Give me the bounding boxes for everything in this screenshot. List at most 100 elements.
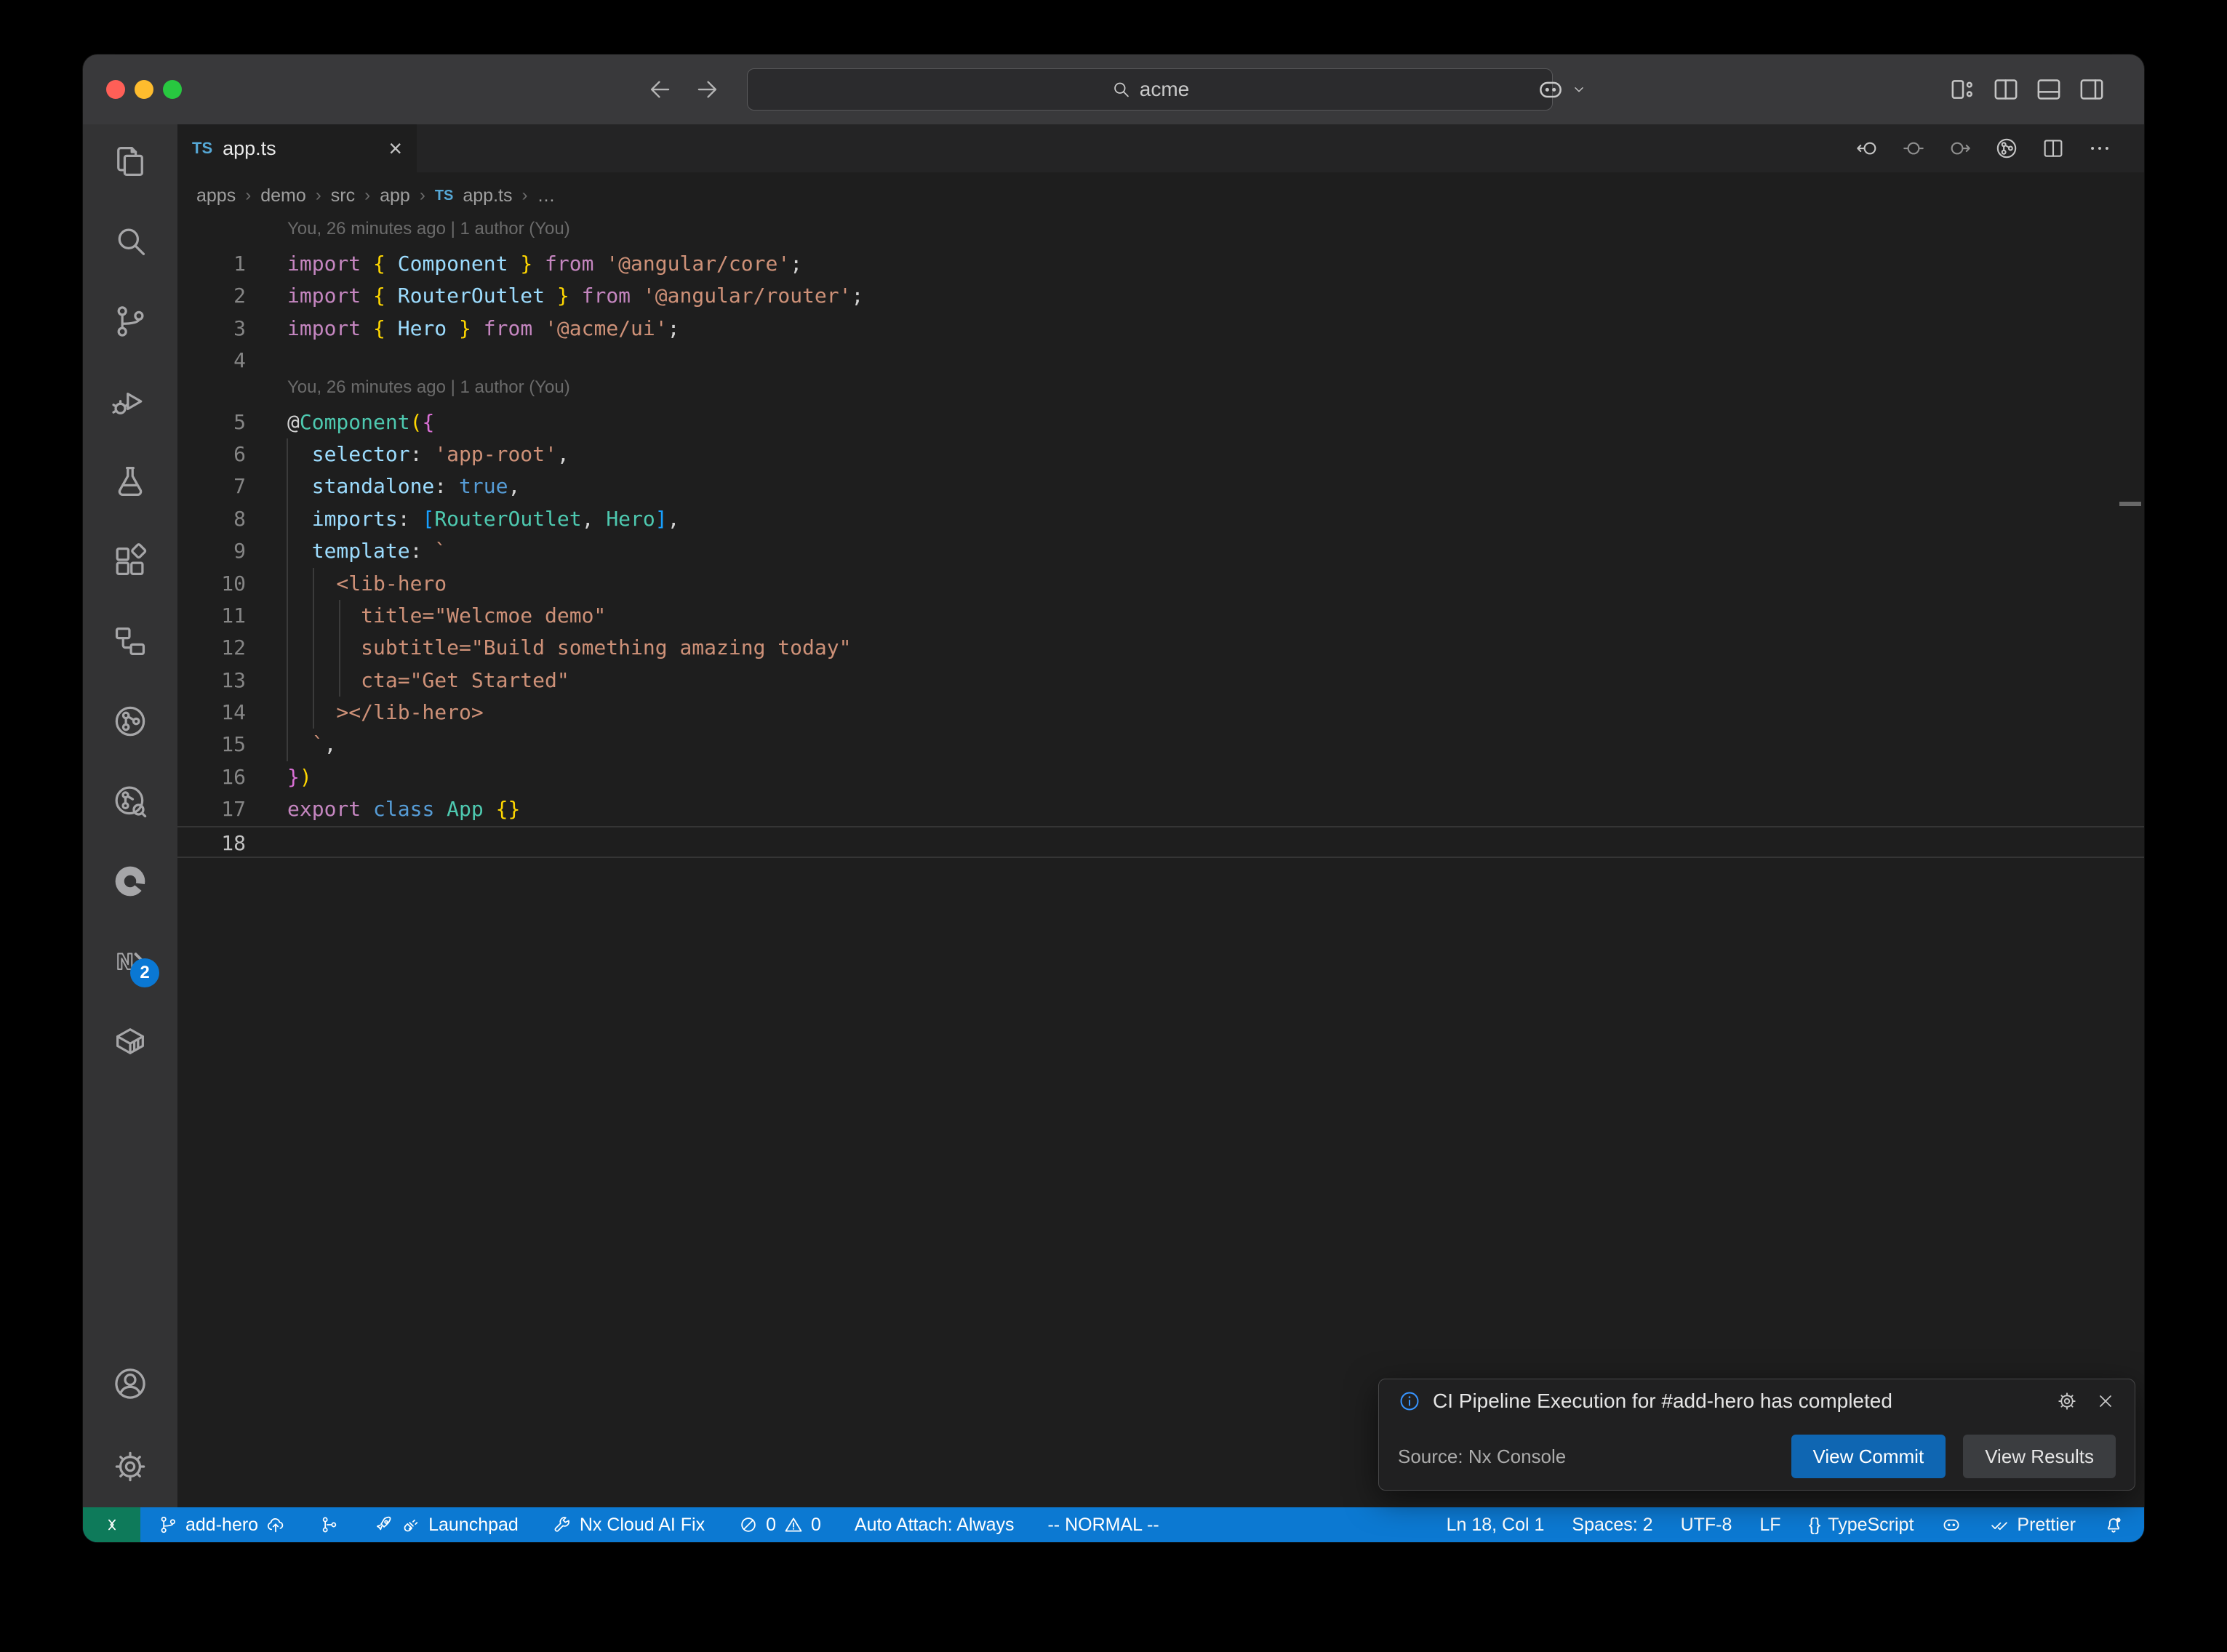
status-item-cursor-position[interactable]: Ln 18, Col 1 — [1447, 1515, 1545, 1536]
code-line-9: 9 template: ` — [177, 535, 2144, 567]
back-arrow-icon[interactable] — [647, 76, 674, 103]
code-line-14: 14 ></lib-hero> — [177, 697, 2144, 729]
indent-guide — [287, 697, 288, 729]
breadcrumb-item-demo[interactable]: demo — [260, 185, 306, 206]
vscode-window: acme N2 TS app.ts × — [83, 55, 2144, 1542]
close-tab-icon[interactable]: × — [388, 137, 402, 160]
code-line-text: `, — [246, 729, 336, 761]
status-text: TypeScript — [1828, 1515, 1914, 1536]
status-item-eol[interactable]: LF — [1759, 1515, 1780, 1536]
status-item-git-branch[interactable]: add-hero — [158, 1515, 286, 1536]
code-line-4: 4 — [177, 345, 2144, 377]
activity-item-nx[interactable]: N2 — [111, 942, 149, 980]
status-text: LF — [1759, 1515, 1780, 1536]
toggle-panel-icon[interactable] — [2034, 75, 2063, 104]
toggle-secondary-sidebar-icon[interactable] — [2077, 75, 2106, 104]
minimize-window-button[interactable] — [135, 80, 153, 99]
status-item-notifications[interactable] — [2103, 1515, 2124, 1535]
notification-close-icon[interactable] — [2095, 1391, 2116, 1411]
copilot-icon — [1941, 1515, 1962, 1535]
breadcrumb-item-src[interactable]: src — [331, 185, 355, 206]
customize-layout-icon[interactable] — [1948, 75, 1978, 104]
activity-item-explorer[interactable] — [111, 143, 149, 180]
status-text: 0 — [811, 1515, 821, 1536]
cloud-upload-icon — [265, 1515, 286, 1535]
code-line-16: 16}) — [177, 761, 2144, 793]
line-number: 11 — [177, 600, 246, 632]
tab-label: app.ts — [223, 137, 276, 160]
code-line-11: 11 title="Welcmoe demo" — [177, 600, 2144, 632]
activity-item-run-debug[interactable] — [111, 382, 149, 420]
zoom-window-button[interactable] — [163, 80, 182, 99]
status-item-language[interactable]: {}TypeScript — [1809, 1515, 1914, 1536]
breadcrumb-item-apps[interactable]: apps — [196, 185, 236, 206]
copilot-menu[interactable] — [1536, 55, 1587, 124]
activity-item-accounts[interactable] — [111, 1365, 149, 1403]
nav-back-icon[interactable] — [1855, 136, 1879, 161]
activity-item-nx-console-search[interactable] — [111, 782, 149, 820]
split-editor-icon[interactable] — [2041, 136, 2066, 161]
status-item-indentation[interactable]: Spaces: 2 — [1572, 1515, 1652, 1536]
code-line-3: 3import { Hero } from '@acme/ui'; — [177, 313, 2144, 345]
code-line-5: 5@Component({ — [177, 406, 2144, 438]
code-line-text: <lib-hero — [246, 568, 447, 600]
plug-icon — [401, 1515, 421, 1535]
search-value: acme — [1140, 78, 1189, 101]
status-text: 0 — [766, 1515, 776, 1536]
forward-arrow-icon[interactable] — [693, 76, 721, 103]
breadcrumb-item-[interactable]: … — [537, 185, 555, 206]
indent-guide — [339, 632, 340, 664]
line-number: 1 — [177, 248, 246, 280]
activity-item-extensions[interactable] — [111, 542, 149, 580]
more-actions-icon[interactable] — [2087, 136, 2112, 161]
nav-current-icon[interactable] — [1901, 136, 1926, 161]
activity-item-testing[interactable] — [111, 462, 149, 500]
status-item-git-graph[interactable] — [319, 1515, 340, 1535]
status-item-vim-mode[interactable]: -- NORMAL -- — [1047, 1515, 1159, 1536]
activity-item-project-flow[interactable] — [111, 622, 149, 660]
code-line-7: 7 standalone: true, — [177, 470, 2144, 502]
status-item-encoding[interactable]: UTF-8 — [1681, 1515, 1732, 1536]
status-item-copilot[interactable] — [1941, 1515, 1962, 1535]
activity-item-edge-browser[interactable] — [111, 862, 149, 900]
close-window-button[interactable] — [106, 80, 125, 99]
remote-icon — [102, 1515, 122, 1535]
status-item-problems[interactable]: 00 — [738, 1515, 821, 1536]
activity-item-nx-console[interactable] — [111, 702, 149, 740]
line-number: 12 — [177, 632, 246, 664]
activity-item-source-control[interactable] — [111, 302, 149, 340]
activity-item-search[interactable] — [111, 222, 149, 260]
command-center-search[interactable]: acme — [747, 68, 1553, 111]
indent-guide — [287, 470, 288, 502]
line-number: 7 — [177, 470, 246, 502]
error-icon — [738, 1515, 759, 1535]
breadcrumb-item-appts[interactable]: app.ts — [463, 185, 512, 206]
activity-bar: N2 — [83, 124, 177, 1507]
nx-project-graph-icon[interactable] — [1994, 136, 2019, 161]
remote-indicator[interactable] — [83, 1507, 140, 1542]
editor-actions — [1855, 124, 2144, 172]
line-number: 10 — [177, 568, 246, 600]
code-line-text: title="Welcmoe demo" — [246, 600, 606, 632]
status-item-auto-attach[interactable]: Auto Attach: Always — [855, 1515, 1015, 1536]
status-item-formatter[interactable]: Prettier — [1989, 1515, 2076, 1536]
nav-forward-icon[interactable] — [1948, 136, 1972, 161]
view-results-button[interactable]: View Results — [1963, 1435, 2116, 1478]
toggle-primary-sidebar-icon[interactable] — [1991, 75, 2020, 104]
tab-app-ts[interactable]: TS app.ts × — [177, 124, 417, 172]
code-line-13: 13 cta="Get Started" — [177, 665, 2144, 697]
indent-guide — [287, 503, 288, 535]
code-line-17: 17export class App {} — [177, 793, 2144, 825]
code-line-8: 8 imports: [RouterOutlet, Hero], — [177, 503, 2144, 535]
breadcrumb-item-app[interactable]: app — [380, 185, 410, 206]
status-item-nx-cloud-ai-fix[interactable]: Nx Cloud AI Fix — [552, 1515, 705, 1536]
code-editor[interactable]: You, 26 minutes ago | 1 author (You)1imp… — [177, 219, 2144, 1507]
activity-item-containers[interactable] — [111, 1022, 149, 1060]
status-text: -- NORMAL -- — [1047, 1515, 1159, 1536]
view-commit-button[interactable]: View Commit — [1791, 1435, 1946, 1478]
status-item-launchpad[interactable]: Launchpad — [373, 1515, 519, 1536]
indent-guide — [313, 697, 314, 729]
activity-item-settings[interactable] — [111, 1448, 149, 1485]
notification-settings-gear-icon[interactable] — [2056, 1390, 2078, 1412]
gitlens-blame-annotation: You, 26 minutes ago | 1 author (You) — [177, 377, 2144, 406]
